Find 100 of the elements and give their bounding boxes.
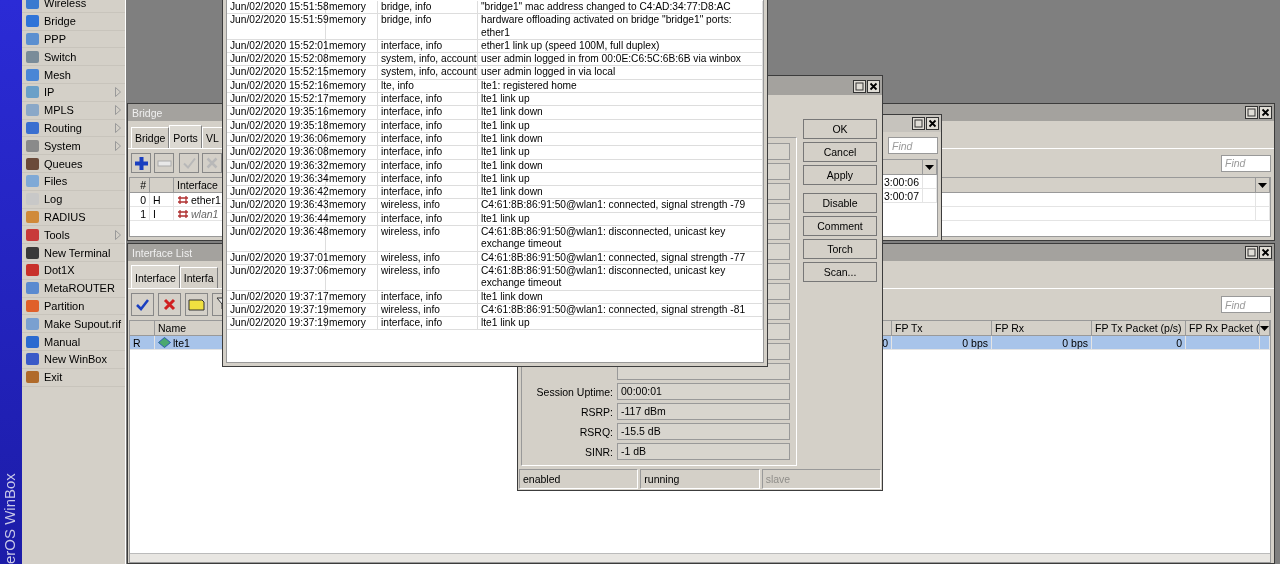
log-topics: interface, info <box>378 146 478 159</box>
dialog-button[interactable]: OK <box>803 119 877 139</box>
menu-item[interactable]: MPLS <box>22 101 126 120</box>
find-field[interactable]: Find <box>1221 296 1271 313</box>
dialog-button[interactable]: Scan... <box>803 262 877 282</box>
menu-item[interactable]: RADIUS <box>22 208 126 227</box>
log-message: lte1 link down <box>478 132 763 146</box>
dialog-button[interactable]: Cancel <box>803 142 877 162</box>
dialog-button[interactable]: Disable <box>803 193 877 213</box>
log-topics: wireless, info <box>378 226 478 251</box>
value-field: 00:00:01 <box>617 383 790 400</box>
enable-button[interactable] <box>131 293 154 316</box>
menu-item[interactable]: Partition <box>22 297 126 316</box>
menu-icon <box>25 298 40 313</box>
log-message: C4:61:8B:86:91:50@wlan1: connected, signal strength -79 <box>478 199 763 212</box>
menu-item[interactable]: Bridge <box>22 12 126 31</box>
tab[interactable]: Bridge <box>131 127 170 148</box>
log-topics: wireless, info <box>378 264 478 290</box>
column-header[interactable]: # <box>130 178 150 193</box>
column-menu-button[interactable] <box>1256 178 1270 193</box>
menu-item[interactable]: IP <box>22 84 126 102</box>
value-field: -15.5 dB <box>617 423 790 440</box>
menu-item[interactable]: New Terminal <box>22 244 126 262</box>
dialog-button[interactable]: Apply <box>803 165 877 185</box>
tab[interactable]: VL <box>201 127 223 148</box>
table-cell: R <box>130 336 155 350</box>
menu-item[interactable]: Routing <box>22 119 126 138</box>
port-icon <box>177 208 189 219</box>
column-header[interactable]: FP Tx Packet (p/s) <box>1092 321 1186 336</box>
find-field[interactable]: Find <box>888 137 938 154</box>
maximize-button[interactable] <box>1245 246 1258 259</box>
column-header[interactable]: FP Rx <box>992 321 1092 336</box>
status-field: running <box>640 469 760 489</box>
log-topics: bridge, info <box>378 14 478 39</box>
log-topics: system, info, account <box>378 53 478 66</box>
log-message: lte1 link up <box>478 317 763 330</box>
menu-item[interactable]: Log <box>22 190 126 209</box>
menu-icon <box>25 370 40 385</box>
check-icon <box>135 297 150 312</box>
field-label: RSRP: <box>579 405 613 418</box>
dialog-button[interactable]: Torch <box>803 239 877 259</box>
close-button[interactable] <box>867 79 880 93</box>
tab[interactable]: Interfa <box>179 267 218 288</box>
log-message: lte1 link down <box>478 106 763 119</box>
log-topics: interface, info <box>378 106 478 119</box>
caret-icon <box>1260 325 1269 331</box>
disable-button[interactable] <box>158 293 181 316</box>
maximize-button[interactable] <box>1245 106 1258 119</box>
log-message: "bridge1" mac address changed to C4:AD:34:77:D8:AC <box>478 1 763 14</box>
menu-item[interactable]: Files <box>22 172 126 191</box>
remove-button[interactable] <box>154 153 174 173</box>
menu-item[interactable]: Tools <box>22 226 126 245</box>
menu-item[interactable]: Mesh <box>22 66 126 84</box>
column-header[interactable]: FP Rx Packet ( <box>1186 321 1260 336</box>
find-field[interactable]: Find <box>1221 154 1271 172</box>
menu-item[interactable]: Exit <box>22 368 126 387</box>
menu-icon <box>25 32 40 46</box>
menu-icon <box>25 352 40 367</box>
menu-item[interactable]: PPP <box>22 30 126 49</box>
close-button[interactable] <box>1259 246 1272 259</box>
dialog-button[interactable]: Comment <box>803 216 877 236</box>
menu-item[interactable]: Manual <box>22 333 126 351</box>
log-topics: interface, info <box>378 119 478 132</box>
close-button[interactable] <box>1259 106 1272 119</box>
comment-button[interactable] <box>185 293 208 316</box>
value-field: -1 dB <box>617 443 790 460</box>
tab[interactable]: Interface <box>131 265 180 288</box>
cross-icon <box>162 297 177 312</box>
tab[interactable]: Ports <box>169 125 202 148</box>
menu-item[interactable]: Queues <box>22 155 126 173</box>
scrollbar[interactable] <box>130 553 1270 562</box>
menu-item[interactable]: Wireless <box>22 0 126 13</box>
menu-icon <box>25 263 40 278</box>
menu-item[interactable]: Switch <box>22 48 126 67</box>
menu-icon <box>25 156 40 171</box>
column-menu-button[interactable] <box>923 160 937 175</box>
column-menu-button[interactable] <box>1260 321 1270 336</box>
log-topics: wireless, info <box>378 251 478 264</box>
column-header[interactable]: FP Tx <box>892 321 992 336</box>
log-topics: interface, info <box>378 93 478 106</box>
menu-item[interactable]: New WinBox <box>22 350 126 369</box>
maximize-button[interactable] <box>912 117 925 130</box>
table-cell: 0 bps <box>992 336 1092 350</box>
maximize-button[interactable] <box>853 79 866 93</box>
menu-icon <box>25 209 40 224</box>
menu-icon <box>25 227 40 242</box>
log-topics: interface, info <box>378 290 478 303</box>
menu-icon <box>25 281 40 296</box>
close-button[interactable] <box>926 117 939 130</box>
menu-item[interactable]: Dot1X <box>22 261 126 280</box>
menu-icon <box>25 120 40 135</box>
menu-item[interactable]: Make Supout.rif <box>22 315 126 334</box>
menu-item[interactable]: System <box>22 137 126 156</box>
add-button[interactable] <box>131 153 151 173</box>
table-cell <box>1256 207 1270 221</box>
table-cell: I <box>150 207 174 221</box>
menu-item[interactable]: MetaROUTER <box>22 279 126 298</box>
log-message: ether1 link up (speed 100M, full duplex) <box>478 39 763 53</box>
log-topics: interface, info <box>378 159 478 172</box>
log-message: lte1 link up <box>478 172 763 186</box>
